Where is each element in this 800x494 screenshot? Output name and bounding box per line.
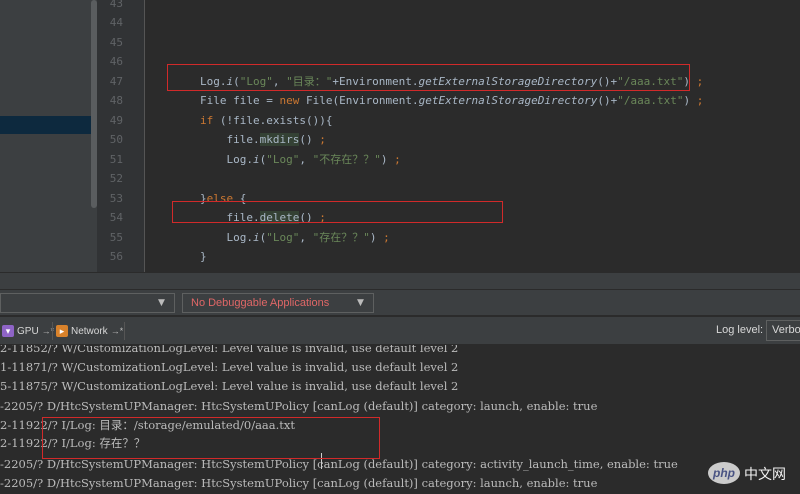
tab-gpu[interactable]: ▾ GPU →* <box>2 322 54 340</box>
app-select-value: No Debuggable Applications <box>191 297 330 309</box>
code-line[interactable]: file.mkdirs() ; <box>200 130 326 150</box>
chevron-down-icon: ▼ <box>357 298 364 308</box>
code-token: File file = <box>200 94 280 107</box>
code-token: ; <box>696 74 704 88</box>
line-number: 46 <box>109 55 123 68</box>
code-token: i <box>252 152 260 166</box>
watermark-site-name: 中文网 <box>744 467 786 483</box>
chevron-down-icon: ▼ <box>158 298 165 308</box>
tab-network-label: Network <box>71 325 108 337</box>
code-token: (!file.exists()){ <box>219 113 333 127</box>
code-token: mkdirs <box>259 133 300 146</box>
monitor-toolbar: ▾ GPU →* ▸ Network →* Log level: Verbose <box>0 317 800 345</box>
php-logo-text: php <box>713 466 735 480</box>
log-line: 1-11871/? W/CustomizationLogLevel: Level… <box>0 360 459 374</box>
tab-gpu-label: GPU <box>17 325 39 337</box>
line-number: 55 <box>109 230 123 244</box>
code-line[interactable]: if (!file.exists()){ <box>200 111 332 131</box>
line-number: 51 <box>109 152 123 166</box>
line-number: 53 <box>109 191 123 205</box>
code-area[interactable]: Log.i("Log", "目录："+Environment.getExtern… <box>200 0 800 272</box>
code-token: "不存在？？" <box>312 152 381 166</box>
code-token: ()+ <box>597 94 618 107</box>
log-line: 5-11875/? W/CustomizationLogLevel: Level… <box>0 379 459 393</box>
log-level-select[interactable]: Verbose <box>766 320 800 341</box>
log-line: -2205/? D/HtcSystemUPManager: HtcSystemU… <box>0 399 598 413</box>
code-token: ; <box>394 152 401 166</box>
code-line[interactable]: } <box>200 247 207 267</box>
code-token: new <box>279 94 306 107</box>
code-token: i <box>252 230 260 244</box>
code-token: "/aaa.txt" <box>617 94 684 107</box>
code-token: ) <box>369 230 384 244</box>
gpu-icon: ▾ <box>2 325 14 337</box>
log-line: -2205/? D/HtcSystemUPManager: HtcSystemU… <box>0 476 598 490</box>
logcat-output[interactable]: 2-11852/? W/CustomizationLogLevel: Level… <box>0 345 800 494</box>
log-level-label: Log level: <box>716 324 764 336</box>
code-editor[interactable]: 434445464748495051525354555657 Log.i("Lo… <box>0 0 800 272</box>
code-token: , <box>299 230 313 244</box>
line-number: 49 <box>109 113 123 127</box>
code-token: if <box>200 113 220 127</box>
php-logo: php <box>708 462 740 484</box>
line-number: 45 <box>109 35 123 49</box>
line-number-gutter: 434445464748495051525354555657 <box>97 0 145 272</box>
code-token: } <box>200 250 207 263</box>
line-number: 43 <box>109 0 123 10</box>
code-token: file. <box>200 133 260 146</box>
selected-tree-row[interactable] <box>0 116 97 134</box>
code-token: ) <box>683 94 697 107</box>
line-number: 44 <box>109 16 123 29</box>
network-icon: ▸ <box>56 325 68 337</box>
code-token: ; <box>319 133 326 146</box>
code-token: ) <box>380 152 395 166</box>
line-number: 47 <box>109 74 123 88</box>
code-token: ; <box>696 94 704 107</box>
code-token: getExternalStorageDirectory <box>418 94 598 107</box>
code-token: , <box>299 152 313 166</box>
line-number: 54 <box>109 211 123 224</box>
toolbar-separator <box>124 322 125 340</box>
toolbar-separator <box>52 322 53 340</box>
site-watermark: php 中文网 <box>708 460 798 490</box>
highlight-box-log-line <box>167 64 690 91</box>
highlight-box-delete-line <box>172 201 503 223</box>
device-select[interactable]: ▼ <box>0 293 175 313</box>
code-token: () <box>299 133 320 146</box>
code-token: ; <box>383 230 390 244</box>
line-number: 56 <box>109 250 123 263</box>
code-token: Log. <box>200 230 253 244</box>
code-line[interactable]: File file = new File(Environment.getExte… <box>200 91 703 111</box>
logcat-toolbar: ▼ No Debuggable Applications ▼ <box>0 290 800 316</box>
code-token: File(Environment. <box>305 94 419 107</box>
project-panel[interactable] <box>0 0 97 272</box>
highlight-box-log-output <box>42 417 380 459</box>
code-token: "Log" <box>266 152 300 166</box>
tab-network[interactable]: ▸ Network →* <box>56 322 123 340</box>
pin-icon[interactable]: →* <box>111 326 124 336</box>
code-token: Log. <box>200 152 253 166</box>
code-token: "Log" <box>266 230 300 244</box>
code-token: "存在？？" <box>312 230 370 244</box>
line-number: 52 <box>109 172 123 185</box>
code-line[interactable]: Log.i("Log", "存在？？") ; <box>200 228 390 248</box>
app-select[interactable]: No Debuggable Applications ▼ <box>182 293 374 313</box>
log-level-value: Verbose <box>772 324 800 336</box>
code-line[interactable]: Log.i("Log", "不存在？？") ; <box>200 150 401 170</box>
line-number: 50 <box>109 133 123 146</box>
line-number: 48 <box>109 94 123 107</box>
pane-divider[interactable] <box>0 272 800 290</box>
